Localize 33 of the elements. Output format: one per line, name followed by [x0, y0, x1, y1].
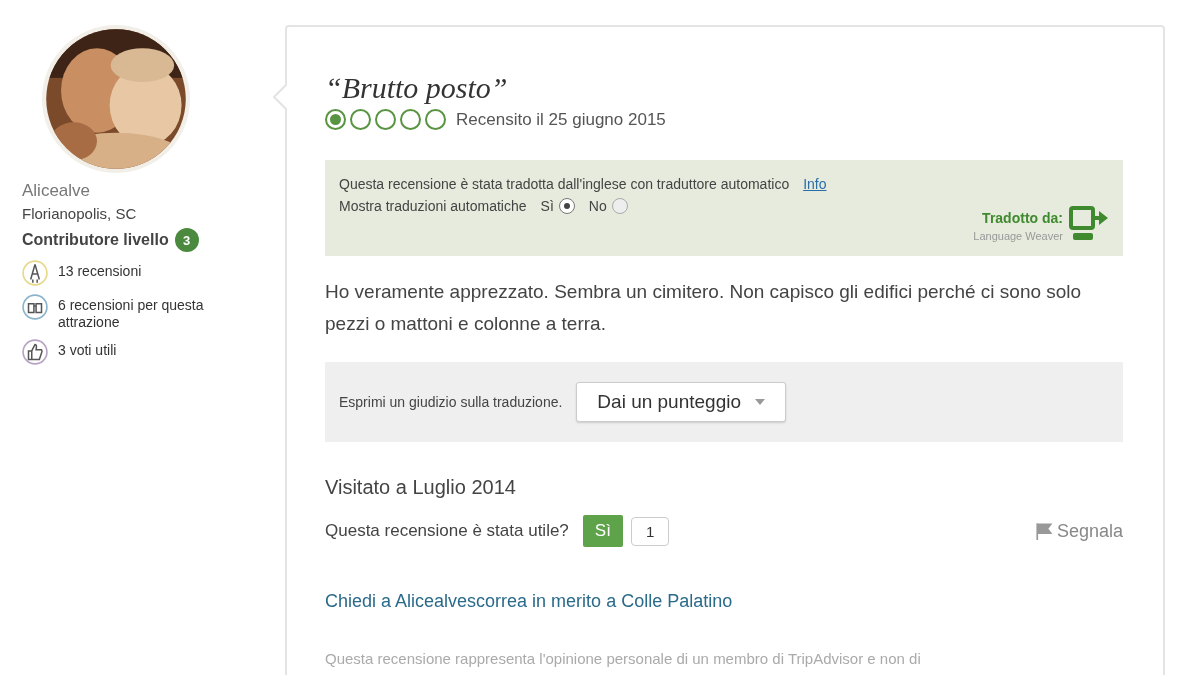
stat-text: 13 recensioni [58, 262, 143, 280]
radio-button[interactable] [611, 198, 628, 214]
ask-reviewer-link[interactable]: Chiedi a Alicealvescorrea in merito a Colle Palatino [325, 591, 733, 612]
radio-label: No [588, 198, 607, 214]
review-date: Recensito il 25 giugno 2015 [456, 109, 666, 130]
provider-name: Language Weaver [973, 230, 1063, 242]
helpful-button[interactable]: Sì [582, 515, 623, 547]
thumbs-up-icon [22, 339, 48, 365]
computer-arrow-icon [1069, 206, 1109, 242]
helpful-question: Questa recensione è stata utile? [325, 521, 569, 541]
translation-notice: Questa recensione è stata tradotta dall'inglese con traduttore automatico [339, 176, 790, 192]
level-badge: 3 [174, 228, 199, 252]
caret-icon [755, 399, 765, 405]
review-title: “Brutto posto” [325, 71, 509, 105]
radio-button[interactable] [558, 198, 575, 214]
reviewer-name[interactable]: Alicealve [22, 181, 262, 201]
translated-by-label: Tradotto da: [981, 210, 1063, 226]
stat-text: 3 voti utili [58, 341, 118, 359]
review-text: Ho veramente apprezzato. Sembra un cimitero. Non capisco gli edifici perché ci sono solo pezzi o mattoni e colonne a terra. [325, 280, 1083, 336]
rate-translation-label: Esprimi un giudizio sulla traduzione. [339, 394, 563, 410]
info-link[interactable]: Info [803, 176, 827, 192]
toggle-label: Mostra traduzioni automatiche [339, 198, 527, 214]
visit-date: Visitato a Luglio 2014 [325, 476, 517, 499]
flag-icon [1034, 522, 1053, 540]
disclaimer-text: Questa recensione rappresenta l'opinione personale di un membro di TripAdvisor e non di [325, 650, 922, 667]
helpful-count: 1 [630, 516, 670, 546]
binoculars-icon [22, 294, 48, 320]
reviewer-location: Florianopolis, SC [22, 205, 138, 222]
radio-label: Sì [540, 198, 554, 214]
level-label: Contributore livello [22, 231, 169, 249]
rating-dropdown[interactable]: Dai un punteggio [576, 382, 786, 422]
stat-text: 6 recensioni per questa attrazione [58, 296, 205, 331]
report-link[interactable]: Segnala [1034, 520, 1123, 542]
